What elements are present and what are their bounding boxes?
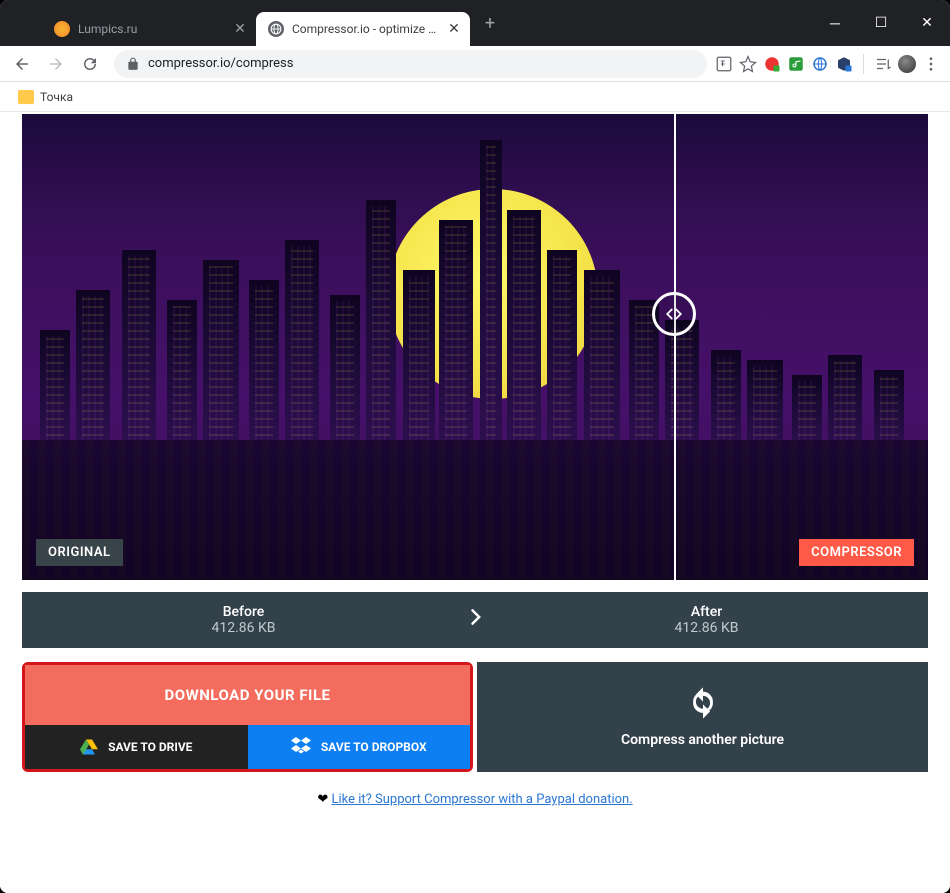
download-button[interactable]: DOWNLOAD YOUR FILE <box>25 665 470 725</box>
ext-globe-icon[interactable] <box>811 55 829 73</box>
compressor-label: COMPRESSOR <box>799 539 914 566</box>
toolbar <box>0 46 950 82</box>
forward-button[interactable] <box>40 48 72 80</box>
drive-label: SAVE TO DRIVE <box>108 740 192 754</box>
folder-icon <box>18 90 34 104</box>
extension-icons <box>715 54 944 74</box>
ext-music-icon[interactable] <box>787 55 805 73</box>
refresh-icon <box>686 686 720 724</box>
ext-cube-icon[interactable] <box>835 55 853 73</box>
dropbox-label: SAVE TO DROPBOX <box>321 740 427 754</box>
save-to-drive-button[interactable]: SAVE TO DRIVE <box>25 725 248 769</box>
left-actions-highlighted: DOWNLOAD YOUR FILE SAVE TO DRIVE <box>22 662 473 772</box>
tab-strip: Lumpics.ru ✕ Compressor.io - optimize an… <box>0 0 504 46</box>
bookmark-label: Точка <box>40 90 73 104</box>
close-window-button[interactable]: ✕ <box>904 0 950 46</box>
slider-handle[interactable] <box>652 292 696 336</box>
tab-lumpics[interactable]: Lumpics.ru ✕ <box>42 12 256 46</box>
after-value: 412.86 KB <box>485 620 928 636</box>
titlebar: Lumpics.ru ✕ Compressor.io - optimize an… <box>0 0 950 46</box>
donate-line: ❤ Like it? Support Compressor with a Pay… <box>22 792 928 807</box>
browser-window: Lumpics.ru ✕ Compressor.io - optimize an… <box>0 0 950 893</box>
action-row: DOWNLOAD YOUR FILE SAVE TO DRIVE <box>22 662 928 772</box>
minimize-button[interactable]: ─ <box>812 0 858 46</box>
close-tab-icon[interactable]: ✕ <box>446 21 462 37</box>
after-label: After <box>485 604 928 620</box>
original-label: ORIGINAL <box>36 539 123 566</box>
chevron-right-icon <box>465 607 485 633</box>
page-body: ORIGINAL COMPRESSOR Before 412.86 KB Aft… <box>0 112 950 893</box>
compress-another-label: Compress another picture <box>621 732 784 748</box>
new-tab-button[interactable]: + <box>476 9 504 37</box>
favicon-globe <box>268 21 284 37</box>
star-icon[interactable] <box>739 55 757 73</box>
donate-link[interactable]: Like it? Support Compressor with a Paypa… <box>331 792 632 807</box>
heart-icon: ❤ <box>317 792 328 807</box>
tab-title: Compressor.io - optimize and co <box>292 22 442 36</box>
bookmark-folder[interactable]: Точка <box>12 86 79 108</box>
reload-button[interactable] <box>74 48 106 80</box>
tab-compressor[interactable]: Compressor.io - optimize and co ✕ <box>256 12 470 46</box>
url-input[interactable] <box>148 56 695 71</box>
slider-divider[interactable] <box>674 114 676 580</box>
close-tab-icon[interactable]: ✕ <box>232 21 248 37</box>
before-label: Before <box>22 604 465 620</box>
lock-icon <box>126 57 140 71</box>
bookmarks-bar: Точка <box>0 82 950 112</box>
address-bar[interactable] <box>114 50 707 78</box>
window-controls: ─ ☐ ✕ <box>812 0 950 46</box>
ext-red-icon[interactable] <box>763 55 781 73</box>
google-drive-icon <box>80 739 98 755</box>
download-label: DOWNLOAD YOUR FILE <box>165 686 331 704</box>
after-stat: After 412.86 KB <box>485 604 928 636</box>
stats-bar: Before 412.86 KB After 412.86 KB <box>22 592 928 648</box>
before-value: 412.86 KB <box>22 620 465 636</box>
save-to-dropbox-button[interactable]: SAVE TO DROPBOX <box>248 725 471 769</box>
maximize-button[interactable]: ☐ <box>858 0 904 46</box>
comparison-slider[interactable]: ORIGINAL COMPRESSOR <box>22 114 928 580</box>
media-icon[interactable] <box>874 55 892 73</box>
image-water <box>22 440 928 580</box>
back-button[interactable] <box>6 48 38 80</box>
page-content[interactable]: ORIGINAL COMPRESSOR Before 412.86 KB Aft… <box>0 112 950 893</box>
tab-title: Lumpics.ru <box>78 22 228 36</box>
image-skyline <box>22 210 928 450</box>
separator <box>863 54 864 74</box>
dropbox-icon <box>291 737 311 758</box>
favicon-lumpics <box>54 21 70 37</box>
compress-another-button[interactable]: Compress another picture <box>477 662 928 772</box>
translate-icon[interactable] <box>715 55 733 73</box>
avatar-icon[interactable] <box>898 55 916 73</box>
before-stat: Before 412.86 KB <box>22 604 465 636</box>
menu-icon[interactable] <box>922 55 940 73</box>
